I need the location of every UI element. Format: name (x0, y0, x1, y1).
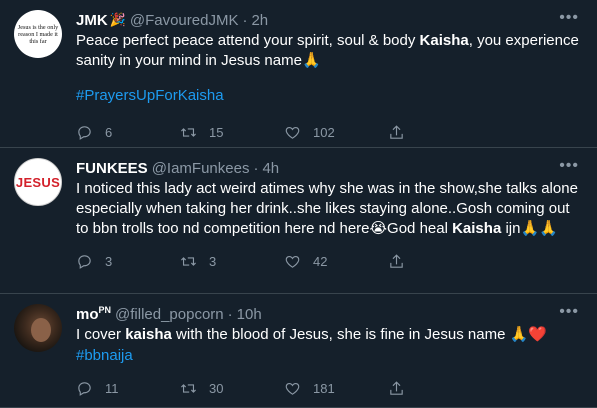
name-emoji: 🎉 (109, 12, 126, 27)
reply-count: 3 (105, 253, 113, 269)
reply-count: 11 (105, 380, 119, 396)
heart-icon (285, 255, 300, 268)
like-button[interactable]: 181 (284, 380, 388, 397)
avatar-text: JESUS (15, 174, 61, 190)
share-icon (390, 253, 403, 268)
reply-icon (78, 254, 91, 269)
tweet-text: Peace perfect peace attend your spirit, … (76, 31, 581, 71)
tweet-text: I noticed this lady act weird atimes why… (76, 179, 581, 239)
tweet-actions: 3 3 42 (76, 243, 581, 279)
tweet-text-bold: kaisha (125, 326, 172, 343)
separator-dot: · (242, 11, 248, 29)
tweet[interactable]: Jesus is the only reason I made it this … (0, 0, 597, 148)
reply-button[interactable]: 6 (76, 124, 180, 141)
avatar-photo (31, 318, 51, 342)
retweet-icon (181, 127, 196, 137)
more-horizontal-icon[interactable]: ••• (559, 10, 579, 26)
like-count: 42 (313, 253, 328, 269)
hashtag-link[interactable]: #bbnaija (76, 347, 133, 364)
tweet-text: I cover kaisha with the blood of Jesus, … (76, 325, 581, 345)
tweet-text-part: with the blood of Jesus, she is fine in … (171, 326, 547, 343)
display-name[interactable]: moPN (76, 305, 111, 323)
tweet-text-part: Peace perfect peace attend your spirit, … (76, 32, 420, 49)
like-button[interactable]: 102 (284, 124, 388, 141)
like-button[interactable]: 42 (284, 253, 388, 270)
retweet-button[interactable]: 15 (180, 124, 284, 141)
tweet[interactable]: JESUS FUNKEES @IamFunkees · 4h ••• I not… (0, 148, 597, 294)
tweet-header: moPN @filled_popcorn · 10h (76, 304, 581, 324)
tweet-text-bold: Kaisha (452, 220, 502, 237)
share-button[interactable] (388, 253, 405, 270)
user-handle[interactable]: @IamFunkees (152, 160, 250, 177)
more-horizontal-icon[interactable]: ••• (559, 158, 579, 174)
share-button[interactable] (388, 124, 405, 141)
reply-count: 6 (105, 124, 113, 140)
share-button[interactable] (388, 380, 405, 397)
tweet-actions: 6 15 102 (76, 114, 581, 150)
display-name-superscript: PN (98, 305, 112, 315)
retweet-count: 3 (209, 253, 217, 269)
user-handle[interactable]: @FavouredJMK (130, 12, 239, 29)
heart-icon (285, 126, 300, 139)
retweet-button[interactable]: 30 (180, 380, 284, 397)
avatar-text: Jesus is the only reason I made it this … (17, 23, 59, 45)
display-name[interactable]: FUNKEES (76, 160, 148, 177)
avatar[interactable]: JESUS (14, 158, 62, 206)
tweet-actions: 11 30 181 (76, 370, 581, 406)
retweet-count: 15 (209, 124, 224, 140)
retweet-icon (181, 256, 196, 266)
timestamp[interactable]: 2h (251, 12, 268, 29)
hashtag-link[interactable]: #PrayersUpForKaisha (76, 87, 224, 104)
separator-dot: · (253, 159, 259, 177)
more-horizontal-icon[interactable]: ••• (559, 304, 579, 320)
like-count: 102 (313, 124, 335, 140)
share-icon (390, 380, 403, 395)
separator-dot: · (227, 305, 233, 323)
display-name-text: mo (76, 306, 99, 323)
reply-icon (78, 381, 91, 396)
share-icon (390, 124, 403, 139)
timestamp[interactable]: 4h (262, 160, 279, 177)
retweet-icon (181, 383, 196, 393)
reply-button[interactable]: 3 (76, 253, 180, 270)
tweet-header: FUNKEES @IamFunkees · 4h (76, 158, 581, 178)
like-count: 181 (313, 380, 335, 396)
tweet-text-bold: Kaisha (419, 32, 469, 49)
tweet-text-part: I cover (76, 326, 126, 343)
heart-icon (285, 382, 300, 395)
retweet-count: 30 (209, 380, 224, 396)
display-name[interactable]: JMK (76, 12, 108, 29)
tweet-header: JMK 🎉 @FavouredJMK · 2h (76, 10, 581, 30)
retweet-button[interactable]: 3 (180, 253, 284, 270)
reply-icon (78, 125, 91, 140)
avatar[interactable] (14, 304, 62, 352)
timestamp[interactable]: 10h (237, 306, 262, 323)
tweet-text-part: ijn🙏🙏 (501, 220, 558, 237)
tweet[interactable]: moPN @filled_popcorn · 10h ••• I cover k… (0, 294, 597, 408)
user-handle[interactable]: @filled_popcorn (115, 306, 224, 323)
reply-button[interactable]: 11 (76, 380, 180, 397)
avatar[interactable]: Jesus is the only reason I made it this … (14, 10, 62, 58)
